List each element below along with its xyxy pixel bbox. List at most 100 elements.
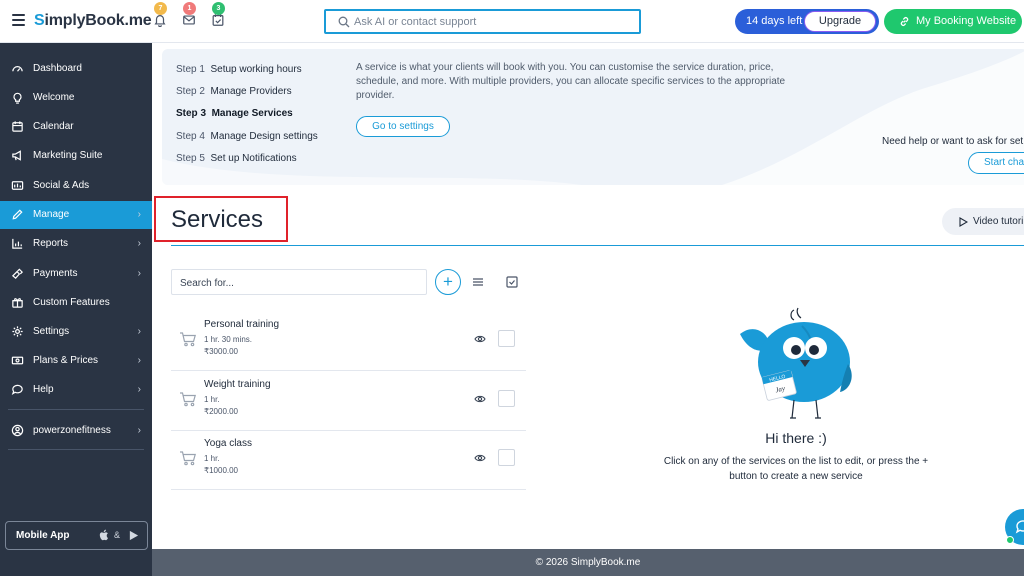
title-divider [171, 245, 1024, 246]
sidebar: Dashboard Welcome Calendar Marketing Sui… [0, 43, 152, 576]
upgrade-button[interactable]: Upgrade [804, 11, 876, 32]
add-service-button[interactable]: + [435, 269, 461, 295]
video-tutorial-button[interactable]: Video tutori [942, 208, 1024, 235]
service-checkbox[interactable] [498, 330, 515, 347]
sidebar-item-label: Manage [33, 209, 70, 220]
sidebar-item-settings[interactable]: Settings › [0, 318, 152, 346]
list-view-icon[interactable] [472, 276, 484, 288]
page-title: Services [171, 206, 264, 233]
setup-description: A service is what your clients will book… [356, 62, 786, 101]
sidebar-item-label: Plans & Prices [33, 355, 99, 366]
setup-guide-card: Step 1 Setup working hours Step 2 Manage… [162, 49, 1024, 185]
help-chat-icon [11, 383, 25, 397]
start-chat-button[interactable]: Start cha [968, 152, 1024, 174]
sidebar-item-label: Dashboard [33, 63, 82, 74]
ai-search-box[interactable] [324, 9, 641, 34]
tasks-calendar-check-icon[interactable]: 3 [210, 2, 226, 29]
service-checkbox[interactable] [498, 449, 515, 466]
service-name: Weight training [204, 379, 271, 390]
setup-step-5[interactable]: Step 5 Set up Notifications [176, 153, 297, 164]
lightbulb-icon [11, 91, 25, 105]
messages-badge: 1 [183, 2, 196, 15]
ai-search-input[interactable] [354, 14, 634, 30]
service-duration: 1 hr. [204, 454, 220, 463]
chevron-right-icon: › [137, 355, 141, 366]
sidebar-item-social-ads[interactable]: Social & Ads [0, 172, 152, 200]
money-icon [11, 354, 25, 368]
cart-icon [180, 332, 196, 347]
account-name: powerzonefitness [33, 425, 111, 436]
sidebar-item-manage[interactable]: Manage › [0, 201, 152, 229]
apple-icon [99, 529, 108, 541]
select-checkbox-icon[interactable] [506, 276, 518, 288]
chart-icon [11, 237, 25, 251]
notifications-bell-icon[interactable]: 7 [152, 2, 168, 29]
chat-widget-button[interactable] [1005, 509, 1024, 545]
top-bar: SimplyBook.me 7 1 3 14 days left Upgrade… [0, 0, 1024, 43]
eye-icon[interactable] [474, 453, 486, 463]
chevron-right-icon: › [137, 326, 141, 337]
sidebar-item-marketing-suite[interactable]: Marketing Suite [0, 142, 152, 170]
services-search-input[interactable] [180, 276, 420, 290]
calendar-icon [11, 120, 25, 134]
sidebar-divider [8, 409, 144, 410]
sidebar-item-dashboard[interactable]: Dashboard [0, 55, 152, 83]
setup-step-3[interactable]: Step 3 Manage Services [176, 108, 293, 119]
hamburger-menu-icon[interactable] [12, 14, 25, 26]
chevron-right-icon: › [137, 209, 141, 220]
sidebar-item-help[interactable]: Help › [0, 376, 152, 404]
megaphone-icon [11, 149, 25, 163]
service-duration: 1 hr. [204, 395, 220, 404]
chevron-right-icon: › [137, 238, 141, 249]
sidebar-item-reports[interactable]: Reports › [0, 230, 152, 258]
payments-icon [11, 267, 25, 281]
gear-icon [11, 325, 25, 339]
user-circle-icon [11, 424, 25, 438]
main-content: Step 1 Setup working hours Step 2 Manage… [152, 43, 1024, 549]
gift-icon [11, 296, 25, 310]
service-name: Personal training [204, 319, 280, 330]
service-price: ₹3000.00 [204, 347, 239, 356]
search-icon [338, 16, 350, 28]
my-booking-website-button[interactable]: My Booking Website [884, 9, 1022, 34]
logo[interactable]: SimplyBook.me [34, 12, 152, 30]
sidebar-item-label: Help [33, 384, 54, 395]
sidebar-item-plans-prices[interactable]: Plans & Prices › [0, 347, 152, 375]
sidebar-item-custom-features[interactable]: Custom Features [0, 289, 152, 317]
go-to-settings-button[interactable]: Go to settings [356, 116, 450, 137]
service-row[interactable]: Weight training 1 hr. ₹2000.00 [171, 371, 526, 431]
chevron-right-icon: › [137, 268, 141, 279]
service-row[interactable]: Yoga class 1 hr. ₹1000.00 [171, 430, 526, 490]
sidebar-item-label: Social & Ads [33, 180, 90, 191]
sidebar-item-label: Reports [33, 238, 69, 249]
sidebar-item-label: Payments [33, 268, 78, 279]
empty-state-hint: Click on any of the services on the list… [663, 456, 929, 482]
notifications-badge: 7 [154, 2, 167, 15]
sidebar-item-label: Calendar [33, 121, 74, 132]
sidebar-item-payments[interactable]: Payments › [0, 260, 152, 288]
sidebar-item-label: Settings [33, 326, 70, 337]
mobile-app-button[interactable]: Mobile App & [5, 521, 148, 550]
need-help-text: Need help or want to ask for set [882, 136, 1024, 147]
setup-step-4[interactable]: Step 4 Manage Design settings [176, 131, 318, 142]
service-duration: 1 hr. 30 mins. [204, 335, 253, 344]
service-row[interactable]: Personal training 1 hr. 30 mins. ₹3000.0… [171, 311, 526, 371]
eye-icon[interactable] [474, 334, 486, 344]
trial-pill: 14 days left Upgrade [735, 9, 879, 34]
pencil-icon [11, 208, 25, 222]
my-booking-website-label: My Booking Website [916, 15, 1017, 27]
setup-step-1[interactable]: Step 1 Setup working hours [176, 64, 302, 75]
sidebar-item-welcome[interactable]: Welcome [0, 84, 152, 112]
messages-envelope-icon[interactable]: 1 [181, 2, 197, 29]
setup-step-2[interactable]: Step 2 Manage Providers [176, 86, 292, 97]
sidebar-item-account[interactable]: powerzonefitness › [0, 417, 152, 445]
service-checkbox[interactable] [498, 390, 515, 407]
tasks-badge: 3 [212, 2, 225, 15]
services-search-box[interactable] [171, 269, 427, 295]
ampersand: & [114, 530, 121, 540]
social-ads-icon [11, 179, 25, 193]
eye-icon[interactable] [474, 394, 486, 404]
bird-mascot-illustration: HELLO Jay [740, 307, 852, 419]
sidebar-item-calendar[interactable]: Calendar [0, 113, 152, 141]
mobile-app-label: Mobile App [16, 530, 70, 541]
